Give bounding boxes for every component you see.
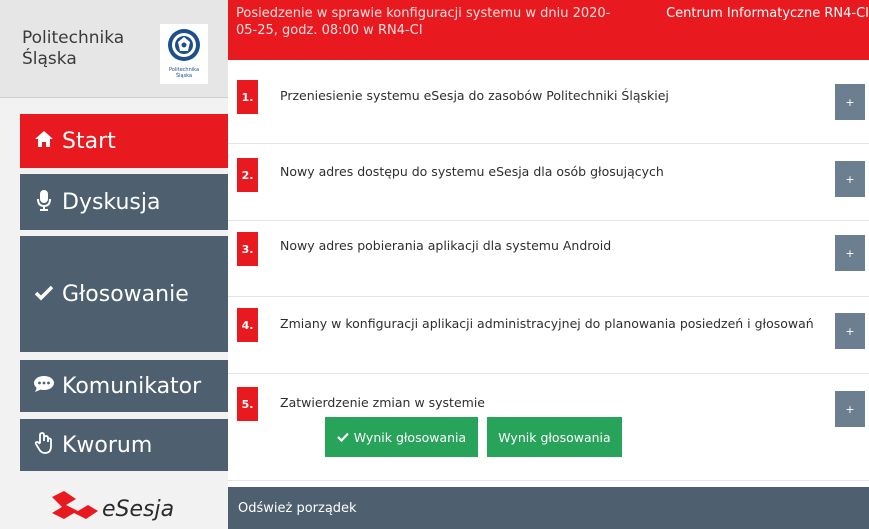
university-logo: Politechnika Śląska bbox=[160, 24, 208, 84]
expand-button[interactable]: + bbox=[835, 391, 865, 427]
organization-name: Politechnika Śląska bbox=[22, 28, 142, 70]
checkmark-icon bbox=[30, 282, 58, 306]
organization-name-line2: Śląska bbox=[22, 49, 77, 69]
agenda-item-number: 2. bbox=[237, 158, 258, 192]
meeting-header: Posiedzenie w sprawie konfiguracji syste… bbox=[228, 0, 869, 60]
organization-header: Politechnika Śląska Politechnika Śląska bbox=[0, 0, 228, 98]
expand-button[interactable]: + bbox=[835, 235, 865, 271]
agenda-item-number: 1. bbox=[237, 80, 258, 114]
expand-button[interactable]: + bbox=[835, 313, 865, 349]
vote-result-label: Wynik głosowania bbox=[353, 429, 467, 445]
meeting-title: Posiedzenie w sprawie konfiguracji syste… bbox=[236, 6, 611, 38]
center-name: Centrum Informatyczne RN4-CI bbox=[666, 6, 869, 21]
agenda-item-title: Nowy adres pobierania aplikacji dla syst… bbox=[280, 238, 612, 253]
logo-caption-line2: Śląska bbox=[175, 73, 193, 79]
refresh-agenda-label: Odśwież porządek bbox=[238, 500, 357, 516]
esesja-logo-name: eSesja bbox=[102, 497, 175, 522]
checkmark-icon bbox=[337, 432, 349, 442]
sidebar-item-label: Start bbox=[62, 128, 116, 154]
agenda-item-number: 3. bbox=[237, 232, 258, 266]
agenda-item: 2. Nowy adres dostępu do systemu eSesja … bbox=[228, 144, 869, 221]
sidebar-item-dyskusja[interactable]: Dyskusja bbox=[20, 174, 228, 230]
expand-button[interactable]: + bbox=[835, 84, 865, 120]
sidebar-item-label: Dyskusja bbox=[62, 189, 161, 215]
home-icon bbox=[30, 129, 58, 153]
esesja-logo: eSesja bbox=[48, 485, 198, 529]
agenda-item: 4. Zmiany w konfiguracji aplikacji admin… bbox=[228, 297, 869, 374]
agenda-item-title: Zmiany w konfiguracji aplikacji administ… bbox=[280, 316, 814, 331]
agenda-item-number: 4. bbox=[237, 308, 258, 342]
agenda-item-title: Przeniesienie systemu eSesja do zasobów … bbox=[280, 88, 669, 103]
sidebar-item-label: Kworum bbox=[62, 432, 153, 458]
agenda-item: 3. Nowy adres pobierania aplikacji dla s… bbox=[228, 221, 869, 297]
agenda-item: 1. Przeniesienie systemu eSesja do zasob… bbox=[228, 60, 869, 144]
sidebar-item-start[interactable]: Start bbox=[20, 114, 228, 168]
microphone-icon bbox=[30, 189, 58, 216]
chat-bubble-icon bbox=[30, 374, 58, 398]
vote-result-button[interactable]: Wynik głosowania bbox=[325, 417, 478, 457]
refresh-agenda-button[interactable]: Odśwież porządek bbox=[228, 487, 869, 529]
sidebar-item-glosowanie[interactable]: Głosowanie bbox=[20, 236, 228, 352]
expand-button[interactable]: + bbox=[835, 161, 865, 197]
sidebar-item-kworum[interactable]: Kworum bbox=[20, 419, 228, 471]
university-emblem-icon bbox=[168, 29, 200, 61]
agenda-item-number: 5. bbox=[237, 387, 258, 421]
vote-result-button[interactable]: Wynik głosowania bbox=[487, 417, 622, 457]
esesja-logo-icon bbox=[52, 491, 98, 519]
agenda-item: 5. Zatwierdzenie zmian w systemie + Wyni… bbox=[228, 374, 869, 481]
agenda-item-title: Nowy adres dostępu do systemu eSesja dla… bbox=[280, 164, 664, 179]
sidebar-item-komunikator[interactable]: Komunikator bbox=[20, 360, 228, 412]
hand-icon bbox=[30, 431, 58, 459]
sidebar: Politechnika Śląska Politechnika Śląska … bbox=[0, 0, 228, 529]
agenda-item-title: Zatwierdzenie zmian w systemie bbox=[280, 395, 485, 410]
organization-name-line1: Politechnika bbox=[22, 28, 125, 48]
university-logo-caption: Politechnika Śląska bbox=[160, 67, 208, 79]
sidebar-item-label: Komunikator bbox=[62, 373, 202, 399]
vote-result-label: Wynik głosowania bbox=[498, 429, 611, 445]
sidebar-item-label: Głosowanie bbox=[62, 281, 189, 307]
